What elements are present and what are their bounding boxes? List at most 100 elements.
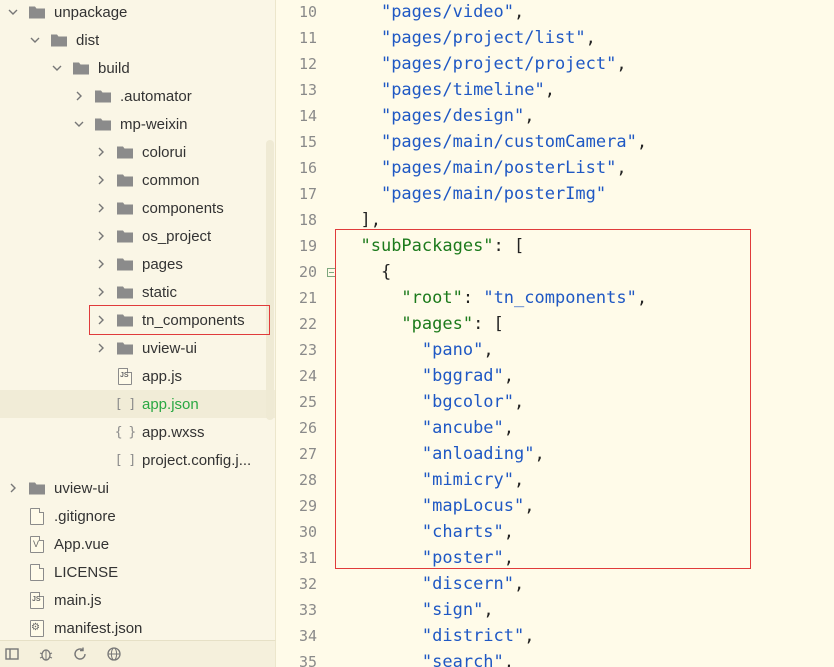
code-line[interactable]: 18 ], [277, 207, 834, 233]
sidebar-toolbar [0, 640, 276, 667]
code-line[interactable]: 34 "district", [277, 623, 834, 649]
code-line[interactable]: 12 "pages/project/project", [277, 51, 834, 77]
sync-icon[interactable] [70, 644, 90, 664]
code-line[interactable]: 32 "discern", [277, 571, 834, 597]
code-line[interactable]: 17 "pages/main/posterImg" [277, 181, 834, 207]
tree-item-app-vue[interactable]: App.vue [0, 530, 275, 558]
gutter-spacer [322, 369, 340, 383]
tree-item-label: main.js [54, 591, 102, 609]
gutter-spacer [322, 499, 340, 513]
gutter-spacer [322, 447, 340, 461]
line-number: 22 [298, 315, 317, 333]
network-icon[interactable] [104, 644, 124, 664]
code-editor[interactable]: 10 "pages/video", 11 "pages/project/list"… [277, 0, 834, 667]
tree-item-dist[interactable]: dist [0, 26, 275, 54]
code-line[interactable]: 14 "pages/design", [277, 103, 834, 129]
tree-item-automator[interactable]: .automator [0, 82, 275, 110]
code-text: "mimicry", [340, 470, 524, 490]
string-token: "pages/timeline" [380, 80, 545, 100]
tree-item-os-project[interactable]: os_project [0, 222, 275, 250]
code-line[interactable]: 22 "pages": [ [277, 311, 834, 337]
sidebar-scrollbar[interactable] [266, 140, 274, 420]
line-number: 21 [298, 289, 317, 307]
code-line[interactable]: 23 "pano", [277, 337, 834, 363]
code-line[interactable]: 21 "root": "tn_components", [277, 285, 834, 311]
bug-icon[interactable] [36, 644, 56, 664]
tree-item-unpackage[interactable]: unpackage [0, 0, 275, 26]
tree-item-main-js[interactable]: main.js [0, 586, 275, 614]
code-text: "pages/project/project", [340, 54, 627, 74]
fold-toggle-icon[interactable] [322, 265, 340, 279]
json-file-icon: [ ] [114, 452, 137, 468]
line-number: 32 [298, 575, 317, 593]
tree-item-build[interactable]: build [0, 54, 275, 82]
chevron-right-icon[interactable] [94, 341, 108, 355]
chevron-right-icon[interactable] [94, 313, 108, 327]
string-token: "poster" [421, 548, 504, 568]
code-line[interactable]: 33 "sign", [277, 597, 834, 623]
tree-item-tn-components[interactable]: tn_components [0, 306, 275, 334]
code-line[interactable]: 26 "ancube", [277, 415, 834, 441]
line-number: 31 [298, 549, 317, 567]
chevron-down-icon[interactable] [28, 33, 42, 47]
tree-item-uview-ui[interactable]: uview-ui [0, 474, 275, 502]
code-line[interactable]: 28 "mimicry", [277, 467, 834, 493]
code-token: , [616, 54, 627, 74]
code-line[interactable]: 13 "pages/timeline", [277, 77, 834, 103]
tree-item-colorui[interactable]: colorui [0, 138, 275, 166]
code-token: , [503, 652, 515, 667]
folder-icon [116, 227, 134, 245]
code-line[interactable]: 20 { [277, 259, 834, 285]
gutter-spacer [322, 239, 340, 253]
chevron-down-icon[interactable] [6, 5, 20, 19]
tree-item-uview-ui[interactable]: uview-ui [0, 334, 275, 362]
code-line[interactable]: 35 "search", [277, 649, 834, 667]
tree-item-label: manifest.json [54, 619, 143, 637]
code-line[interactable]: 29 "mapLocus", [277, 493, 834, 519]
tree-item-app-js[interactable]: app.js [0, 362, 275, 390]
line-number: 35 [298, 653, 317, 667]
code-line[interactable]: 27 "anloading", [277, 441, 834, 467]
code-line[interactable]: 15 "pages/main/customCamera", [277, 129, 834, 155]
tree-item-components[interactable]: components [0, 194, 275, 222]
code-line[interactable]: 11 "pages/project/list", [277, 25, 834, 51]
chevron-right-icon[interactable] [72, 89, 86, 103]
code-line[interactable]: 31 "poster", [277, 545, 834, 571]
code-token: , [503, 366, 515, 386]
code-line[interactable]: 10 "pages/video", [277, 0, 834, 25]
tree-item-mp-weixin[interactable]: mp-weixin [0, 110, 275, 138]
tree-item-label: app.wxss [142, 423, 205, 441]
code-line[interactable]: 30 "charts", [277, 519, 834, 545]
code-line[interactable]: 19 "subPackages": [ [277, 233, 834, 259]
code-line[interactable]: 24 "bggrad", [277, 363, 834, 389]
tree-item-static[interactable]: static [0, 278, 275, 306]
tree-item-common[interactable]: common [0, 166, 275, 194]
chevron-down-icon[interactable] [72, 117, 86, 131]
code-line[interactable]: 25 "bgcolor", [277, 389, 834, 415]
code-line[interactable]: 16 "pages/main/posterList", [277, 155, 834, 181]
tree-item-label: colorui [142, 143, 187, 161]
chevron-right-icon[interactable] [6, 481, 20, 495]
folder-icon [28, 3, 46, 21]
code-text: "subPackages": [ [340, 236, 524, 256]
chevron-right-icon[interactable] [94, 229, 108, 243]
chevron-right-icon[interactable] [94, 285, 108, 299]
chevron-down-icon[interactable] [50, 61, 64, 75]
line-number: 15 [298, 133, 317, 151]
tree-item-app-json[interactable]: [ ] app.json [0, 390, 275, 418]
chevron-right-icon[interactable] [94, 201, 108, 215]
chevron-right-icon[interactable] [94, 257, 108, 271]
code-text: "pages/main/customCamera", [340, 132, 647, 152]
tree-item-license[interactable]: LICENSE [0, 558, 275, 586]
chevron-right-icon[interactable] [94, 145, 108, 159]
panel-icon[interactable] [2, 644, 22, 664]
tree-item-manifest-json[interactable]: manifest.json [0, 614, 275, 640]
tree-item-gitignore[interactable]: .gitignore [0, 502, 275, 530]
tree-item-app-wxss[interactable]: { } app.wxss [0, 418, 275, 446]
tree-item-pages[interactable]: pages [0, 250, 275, 278]
tree-item-project-config-j[interactable]: [ ] project.config.j... [0, 446, 275, 474]
folder-icon [116, 283, 134, 301]
line-number: 29 [298, 497, 317, 515]
chevron-right-icon[interactable] [94, 173, 108, 187]
